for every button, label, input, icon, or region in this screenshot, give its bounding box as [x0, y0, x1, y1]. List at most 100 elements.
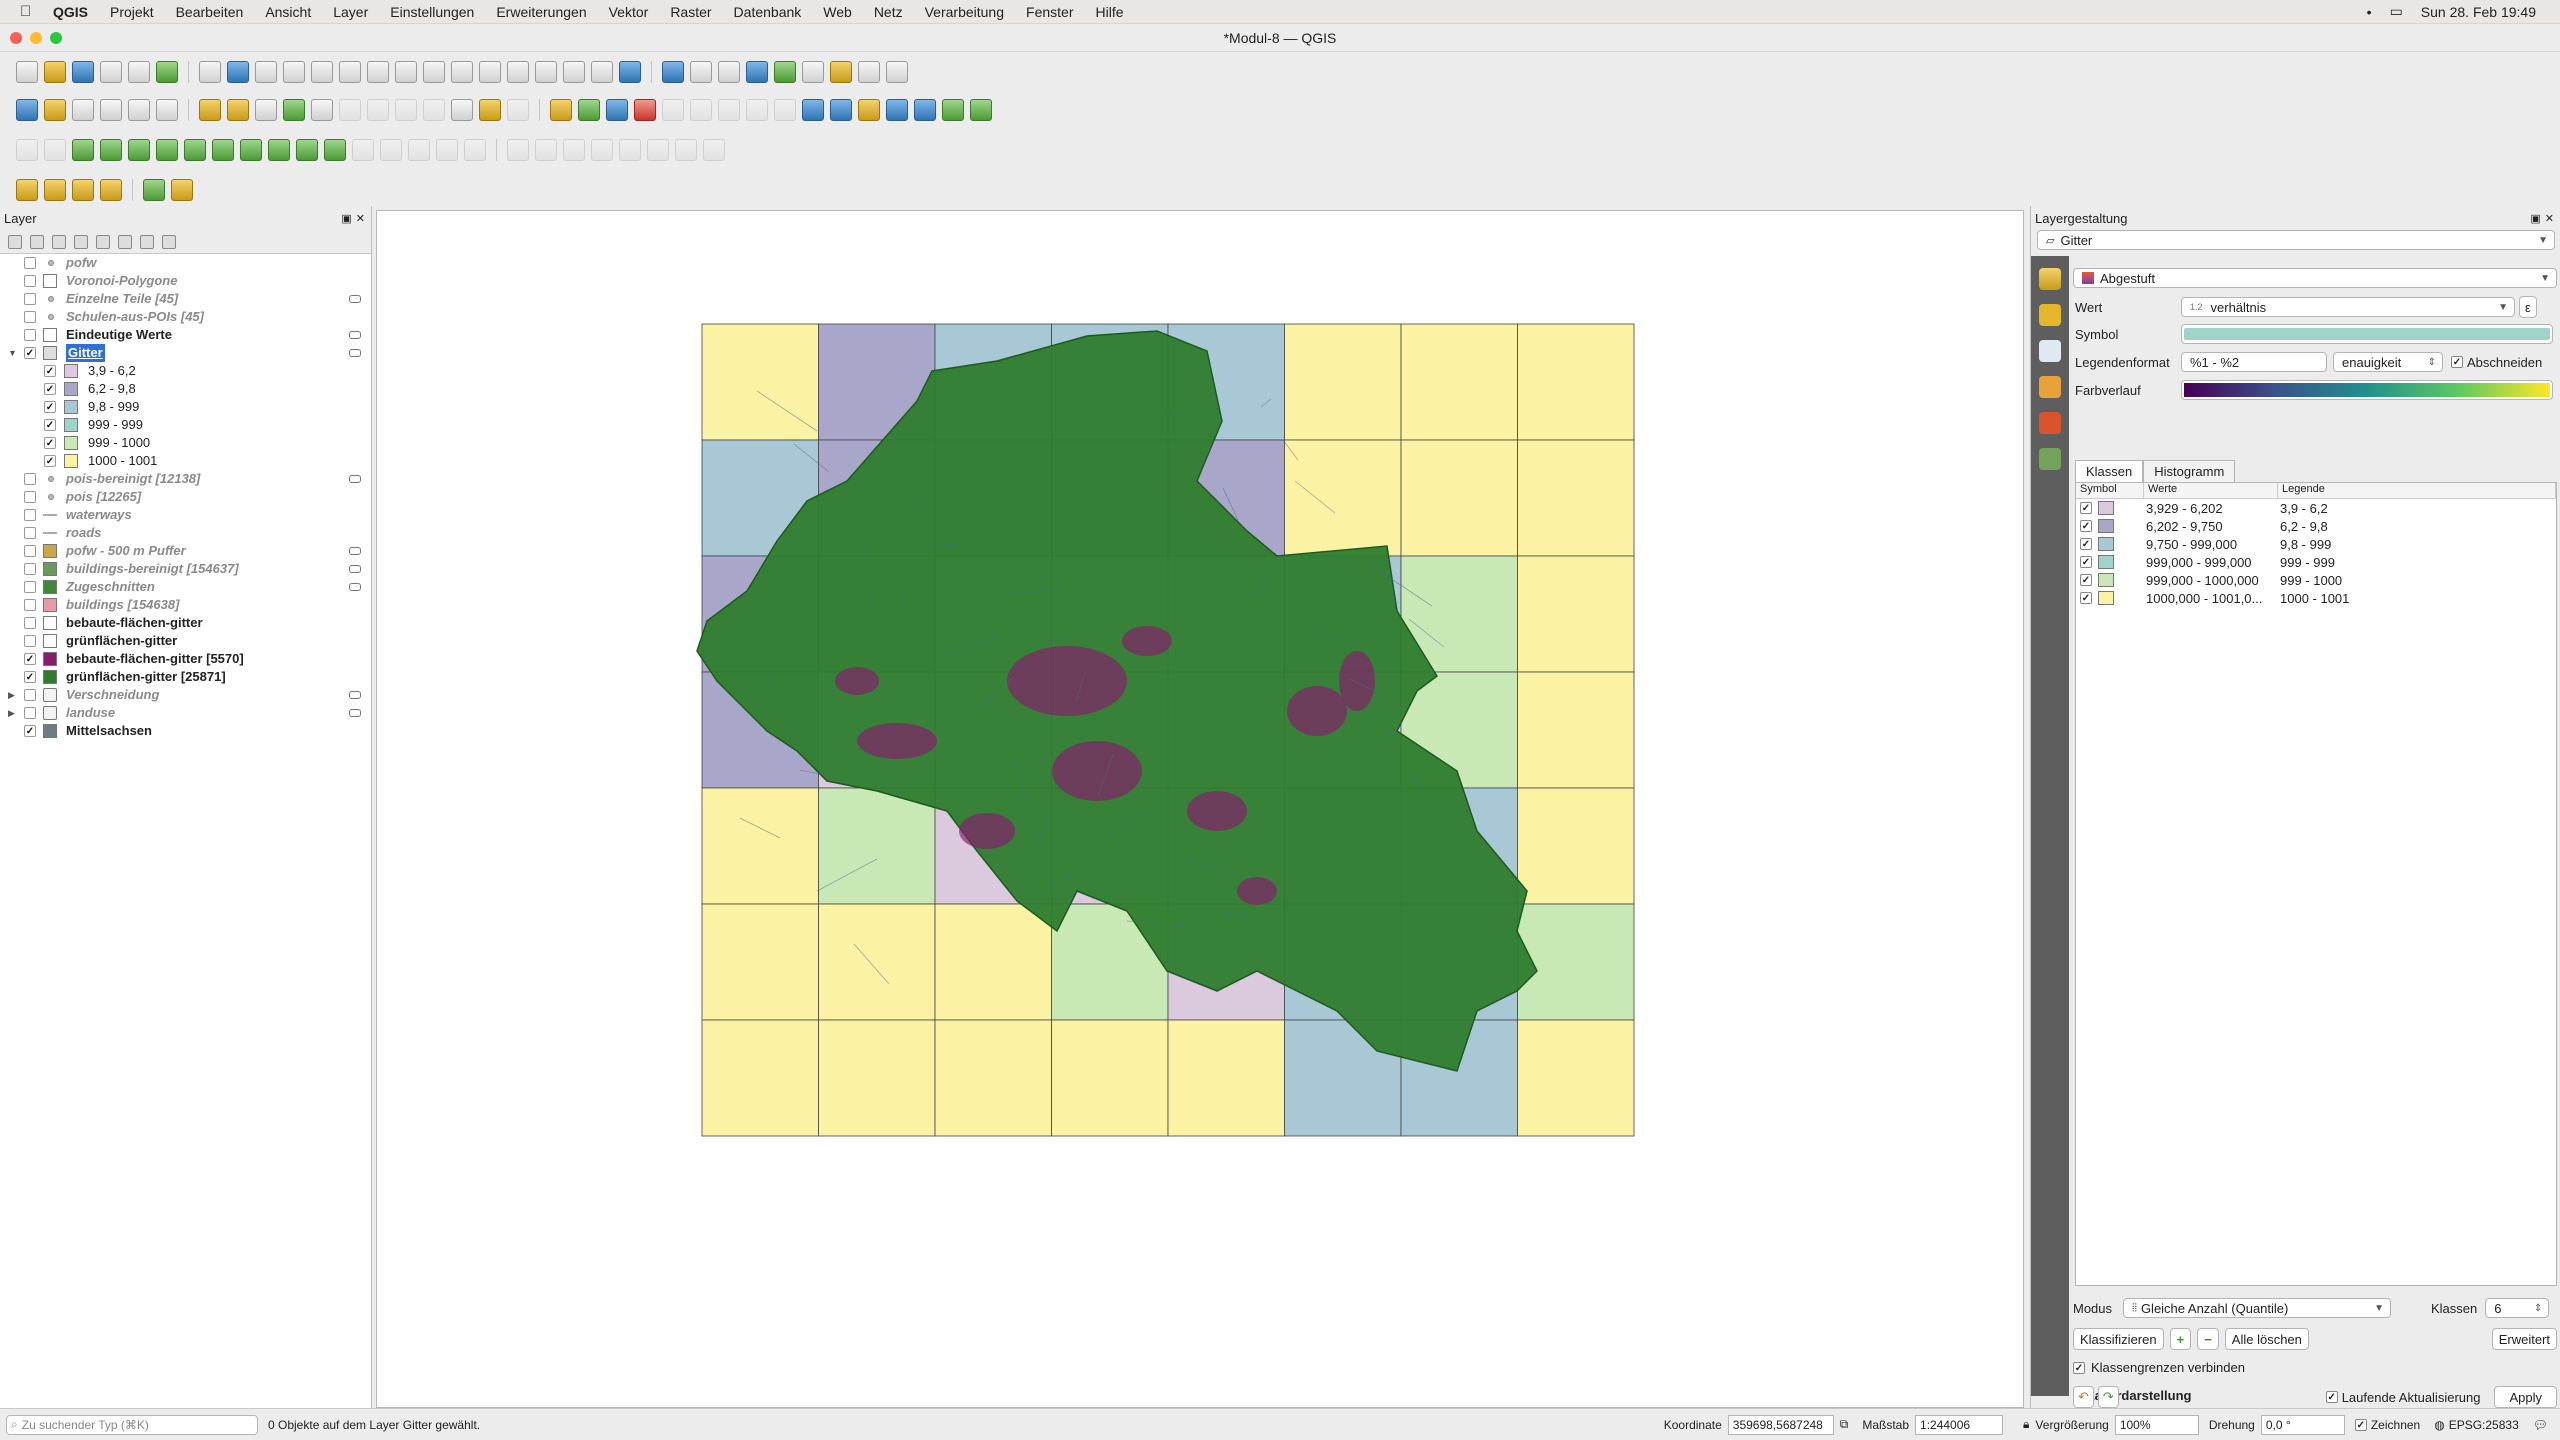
scale-tool-icon[interactable]	[171, 179, 193, 201]
layer-indicator-icon[interactable]	[349, 331, 361, 339]
rotate-label-icon[interactable]	[690, 99, 712, 121]
layer-indicator-icon[interactable]	[349, 295, 361, 303]
layer-visibility-checkbox[interactable]	[24, 275, 36, 287]
manage-themes-icon[interactable]	[52, 234, 66, 249]
layer-item[interactable]: pofw	[0, 254, 371, 272]
zoom-in-icon[interactable]	[255, 61, 277, 83]
map-canvas[interactable]	[376, 210, 2024, 1408]
mode-select[interactable]: ⦙⦙ Gleiche Anzahl (Quantile) ▼	[2123, 1298, 2391, 1318]
class-symbol-swatch[interactable]	[2098, 591, 2114, 605]
layer-visibility-checkbox[interactable]	[24, 311, 36, 323]
new-3d-view-icon[interactable]	[507, 61, 529, 83]
class-values[interactable]: 3,929 - 6,202	[2144, 501, 2278, 516]
delete-part-icon[interactable]	[184, 139, 206, 161]
layer-visibility-checkbox[interactable]	[24, 581, 36, 593]
layer-item[interactable]: Zugeschnitten	[0, 578, 371, 596]
value-field-select[interactable]: 1.2 verhältnis ▼	[2181, 297, 2515, 317]
split-parts-icon[interactable]	[296, 139, 318, 161]
fill-ring-icon[interactable]	[128, 139, 150, 161]
legend-class-item[interactable]: ✓ 9,8 - 999	[0, 398, 371, 416]
copy-features-icon[interactable]	[423, 99, 445, 121]
layer-style-icon[interactable]	[8, 234, 22, 249]
float-panel-icon[interactable]: ▣	[341, 212, 351, 225]
delete-ring-icon[interactable]	[156, 139, 178, 161]
menu-ansicht[interactable]: Ansicht	[254, 4, 322, 20]
text-annotation-icon[interactable]	[886, 61, 908, 83]
col-legende-header[interactable]: Legende	[2278, 483, 2556, 498]
layer-item[interactable]: grünflächen-gitter	[0, 632, 371, 650]
status-dot-icon[interactable]: •	[2367, 4, 2372, 20]
class-checkbox[interactable]: ✓	[2080, 520, 2092, 532]
symbol-button[interactable]	[2181, 324, 2553, 344]
layer-item[interactable]: ▶ landuse	[0, 704, 371, 722]
undo-icon[interactable]	[479, 99, 501, 121]
select-by-location-icon[interactable]	[100, 179, 122, 201]
tab-histogramm[interactable]: Histogramm	[2143, 460, 2236, 482]
zoom-to-layer-icon[interactable]	[367, 61, 389, 83]
col-symbol-header[interactable]: Symbol	[2076, 483, 2144, 498]
legend-class-item[interactable]: ✓ 6,2 - 9,8	[0, 380, 371, 398]
menu-projekt[interactable]: Projekt	[99, 4, 165, 20]
legend-class-item[interactable]: ✓ 3,9 - 6,2	[0, 362, 371, 380]
undo-style-icon[interactable]: ↶	[2073, 1386, 2094, 1408]
menu-hilfe[interactable]: Hilfe	[1084, 4, 1134, 20]
remove-class-button[interactable]: −	[2197, 1328, 2219, 1350]
layer-item[interactable]: ▶ Verschneidung	[0, 686, 371, 704]
help-icon[interactable]	[914, 99, 936, 121]
split-features-icon[interactable]	[268, 139, 290, 161]
layer-visibility-checkbox[interactable]	[24, 617, 36, 629]
col-werte-header[interactable]: Werte	[2144, 483, 2278, 498]
layer-visibility-checkbox[interactable]: ✓	[44, 383, 56, 395]
legend-format-input[interactable]: %1 - %2	[2181, 352, 2327, 372]
live-update-checkbox[interactable]: ✓	[2325, 1391, 2338, 1403]
layer-item[interactable]: ▼ ✓ Gitter	[0, 344, 371, 362]
qgis-search-icon[interactable]	[143, 179, 165, 201]
data-source-manager-icon[interactable]	[16, 99, 38, 121]
identify-features-icon[interactable]	[662, 61, 684, 83]
map-svg[interactable]	[377, 211, 2023, 1407]
collapse-all-icon[interactable]	[140, 234, 154, 249]
layout-manager-icon[interactable]	[128, 61, 150, 83]
locate-icon[interactable]	[858, 61, 880, 83]
add-part-icon[interactable]	[100, 139, 122, 161]
current-edits-icon[interactable]	[199, 99, 221, 121]
align-top-icon[interactable]	[591, 139, 613, 161]
class-values[interactable]: 6,202 - 9,750	[2144, 519, 2278, 534]
paste-features-icon[interactable]	[451, 99, 473, 121]
layer-selector[interactable]: ▱ Gitter ▼	[2037, 230, 2555, 250]
layer-item[interactable]: pofw - 500 m Puffer	[0, 542, 371, 560]
advanced-digitizing-icon[interactable]	[16, 139, 38, 161]
layer-visibility-checkbox[interactable]	[24, 689, 36, 701]
history-tab-icon[interactable]	[2039, 448, 2061, 470]
class-checkbox[interactable]: ✓	[2080, 538, 2092, 550]
plugin-tool-icon[interactable]	[942, 99, 964, 121]
menu-erweiterungen[interactable]: Erweiterungen	[485, 4, 597, 20]
layer-item[interactable]: pois-bereinigt [12138]	[0, 470, 371, 488]
plugin-manager-icon[interactable]	[970, 99, 992, 121]
layer-visibility-checkbox[interactable]	[24, 563, 36, 575]
move-feature-icon[interactable]	[464, 139, 486, 161]
layer-indicator-icon[interactable]	[349, 475, 361, 483]
menu-datenbank[interactable]: Datenbank	[723, 4, 813, 20]
remove-layer-icon[interactable]	[162, 234, 176, 249]
renderer-select[interactable]: Abgestuft ▼	[2073, 268, 2557, 288]
layer-item[interactable]: waterways	[0, 506, 371, 524]
layer-indicator-icon[interactable]	[349, 349, 361, 357]
grass-icon[interactable]	[830, 99, 852, 121]
label-tool-icon[interactable]	[550, 99, 572, 121]
move-label-icon[interactable]	[662, 99, 684, 121]
legend-class-item[interactable]: ✓ 999 - 1000	[0, 434, 371, 452]
layer-visibility-checkbox[interactable]	[24, 527, 36, 539]
layer-visibility-checkbox[interactable]	[24, 509, 36, 521]
map-tips-icon[interactable]	[830, 61, 852, 83]
align-center-icon[interactable]	[535, 139, 557, 161]
annotation-icon[interactable]	[703, 139, 725, 161]
add-group-icon[interactable]	[30, 234, 44, 249]
layer-item[interactable]: buildings [154638]	[0, 596, 371, 614]
layer-item[interactable]: Eindeutige Werte	[0, 326, 371, 344]
layer-indicator-icon[interactable]	[349, 547, 361, 555]
layer-visibility-checkbox[interactable]	[24, 707, 36, 719]
class-legend[interactable]: 1000 - 1001	[2278, 591, 2349, 606]
menu-raster[interactable]: Raster	[659, 4, 722, 20]
masks-tab-icon[interactable]	[2039, 340, 2061, 362]
